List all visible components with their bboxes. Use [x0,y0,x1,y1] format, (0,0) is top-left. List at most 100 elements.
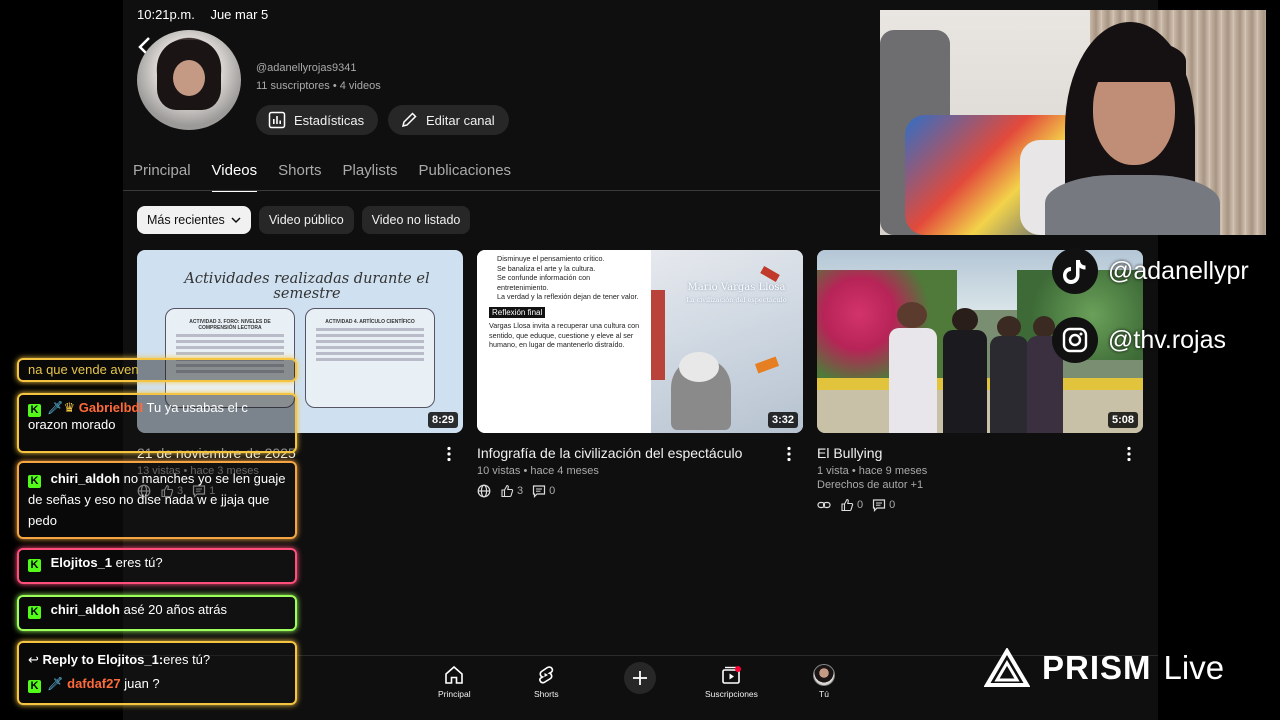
more-options-icon[interactable] [447,446,451,462]
video-duration: 3:32 [767,412,798,428]
nav-subscriptions-label: Suscripciones [705,689,758,699]
kick-badge-icon: K [28,404,41,417]
video-meta-2: 10 vistas • hace 4 meses [477,465,599,477]
chat-message-2: K chiri_aldoh no manches yo se len guaje… [17,461,297,539]
nav-subscriptions[interactable]: Suscripciones [705,664,758,699]
more-options-icon[interactable] [787,446,791,462]
avatar-icon [813,664,835,686]
bar-chart-icon [268,111,286,129]
tiktok-handle: @adanellypr [1108,256,1249,285]
bullet-2: Se banaliza el arte y la cultura. [497,263,596,273]
public-video-chip[interactable]: Video público [258,206,354,234]
create-button[interactable] [624,662,656,694]
thumbs-up-icon [501,484,514,498]
chat-text-4: asé 20 años atrás [123,602,227,617]
likes-count-2: 3 [517,485,524,497]
chat-message-5: ↩ Reply to Elojitos_1:eres tú? K 🗡 dafdaf… [17,641,297,705]
video-stats-2: 3 0 [477,484,555,498]
tiktok-icon [1052,248,1098,294]
status-time: 10:21p.m. [137,7,195,22]
nav-you-label: Tú [819,689,829,699]
video-title-2[interactable]: Infografía de la civilización del espect… [477,445,742,461]
stats-button-label: Estadísticas [294,112,365,128]
chat-user-5: dafdaf27 [67,676,121,691]
thumbs-up-icon [841,498,854,512]
chat-text-5: juan ? [124,676,160,691]
comments-count-2: 0 [549,485,556,497]
sort-chip[interactable]: Más recientes [137,206,251,234]
chat-reply-text: eres tú? [163,652,211,667]
webcam-overlay [880,10,1266,235]
more-options-icon[interactable] [1127,446,1131,462]
link-icon [817,501,831,509]
nav-shorts[interactable]: Shorts [534,664,559,699]
comment-icon [533,485,546,498]
instagram-overlay: @thv.rojas [1052,317,1226,363]
prism-triangle-icon [984,648,1030,687]
nav-you[interactable]: Tú [813,664,835,699]
video-thumbnail-2[interactable]: Disminuye el pensamiento crítico. Se ban… [477,250,803,433]
edit-channel-button[interactable]: Editar canal [388,105,509,135]
prism-live-logo: PRISM Live [984,648,1224,688]
unlisted-video-chip[interactable]: Video no listado [361,206,471,234]
chat-user-3: Elojitos_1 [50,555,113,570]
chat-text-0: na que vende aven [28,362,139,377]
instagram-icon [1052,317,1098,363]
tiktok-overlay: @adanellypr [1052,248,1249,294]
book-author: Mario Vargas Llosa [687,282,786,293]
crown-icon: ♛ [63,400,76,415]
channel-handle: @adanellyrojas9341 [256,62,357,74]
tab-playlists[interactable]: Playlists [342,162,397,192]
kick-badge-icon: K [28,475,41,488]
sword-icon: 🗡 [47,676,64,691]
likes-count-3: 0 [857,499,864,511]
book-title: La civilización del espectáculo [686,296,787,304]
video-duration: 5:08 [1107,412,1138,428]
chat-text-3: eres tú? [115,555,163,570]
comments-count-3: 0 [889,499,896,511]
chat-user-4: chiri_aldoh [50,602,120,617]
reflex-title: Reflexión final [489,306,546,318]
comment-icon [873,499,886,512]
globe-icon [477,484,491,498]
tab-publicaciones[interactable]: Publicaciones [419,162,512,192]
sword-icon: 🗡 [47,400,64,415]
copyright-note: Derechos de autor +1 [817,479,924,491]
filter-chips: Más recientes Video público Video no lis… [137,206,471,234]
chat-message-0: na que vende aven [17,358,297,382]
prism-word: PRISM [1042,649,1152,686]
tab-shorts[interactable]: Shorts [278,162,321,192]
thumb-box-2: ACTIVIDAD 4. ARTÍCULO CIENTÍFICO [305,308,435,408]
bullet-1: Disminuye el pensamiento crítico. [497,254,605,263]
channel-tabs: Principal Videos Shorts Playlists Public… [133,162,532,192]
shorts-icon [539,666,554,684]
video-meta-3: 1 vista • hace 9 meses [817,465,928,477]
sort-chip-label: Más recientes [147,213,225,227]
reflex-text: Vargas Llosa invita a recuperar una cult… [489,321,640,349]
chat-user-2: chiri_aldoh [50,471,120,486]
pencil-icon [401,112,417,128]
status-bar: 10:21p.m. Jue mar 5 [137,7,280,22]
chat-message-1: K 🗡♛ GabrielbdI Tu ya usabas el c orazon … [17,393,297,453]
kick-badge-icon: K [28,559,41,572]
video-duration: 8:29 [427,412,458,428]
live-word: Live [1163,649,1225,686]
tab-principal[interactable]: Principal [133,162,191,192]
stats-button[interactable]: Estadísticas [256,105,379,135]
reply-arrow-icon: ↩ [28,652,39,667]
video-stats-3: 0 0 [817,498,895,512]
stream-canvas: 10:21p.m. Jue mar 5 @adanellyrojas9341 1… [0,0,1280,720]
channel-meta: 11 suscriptores • 4 videos [256,80,381,92]
bullet-3: Se confunde información con entretenimie… [497,273,591,292]
bullet-4: La verdad y la reflexión dejan de tener … [497,292,639,301]
tab-videos[interactable]: Videos [211,162,258,192]
thumb-slide-title: Actividades realizadas durante el semest… [184,271,430,302]
channel-avatar[interactable] [137,30,241,130]
nav-principal-label: Principal [438,689,471,699]
nav-shorts-label: Shorts [534,689,559,699]
video-title-3[interactable]: El Bullying [817,445,882,461]
kick-badge-icon: K [28,680,41,693]
kick-badge-icon: K [28,606,41,619]
chat-message-3: K Elojitos_1 eres tú? [17,548,297,584]
nav-principal[interactable]: Principal [438,664,471,699]
